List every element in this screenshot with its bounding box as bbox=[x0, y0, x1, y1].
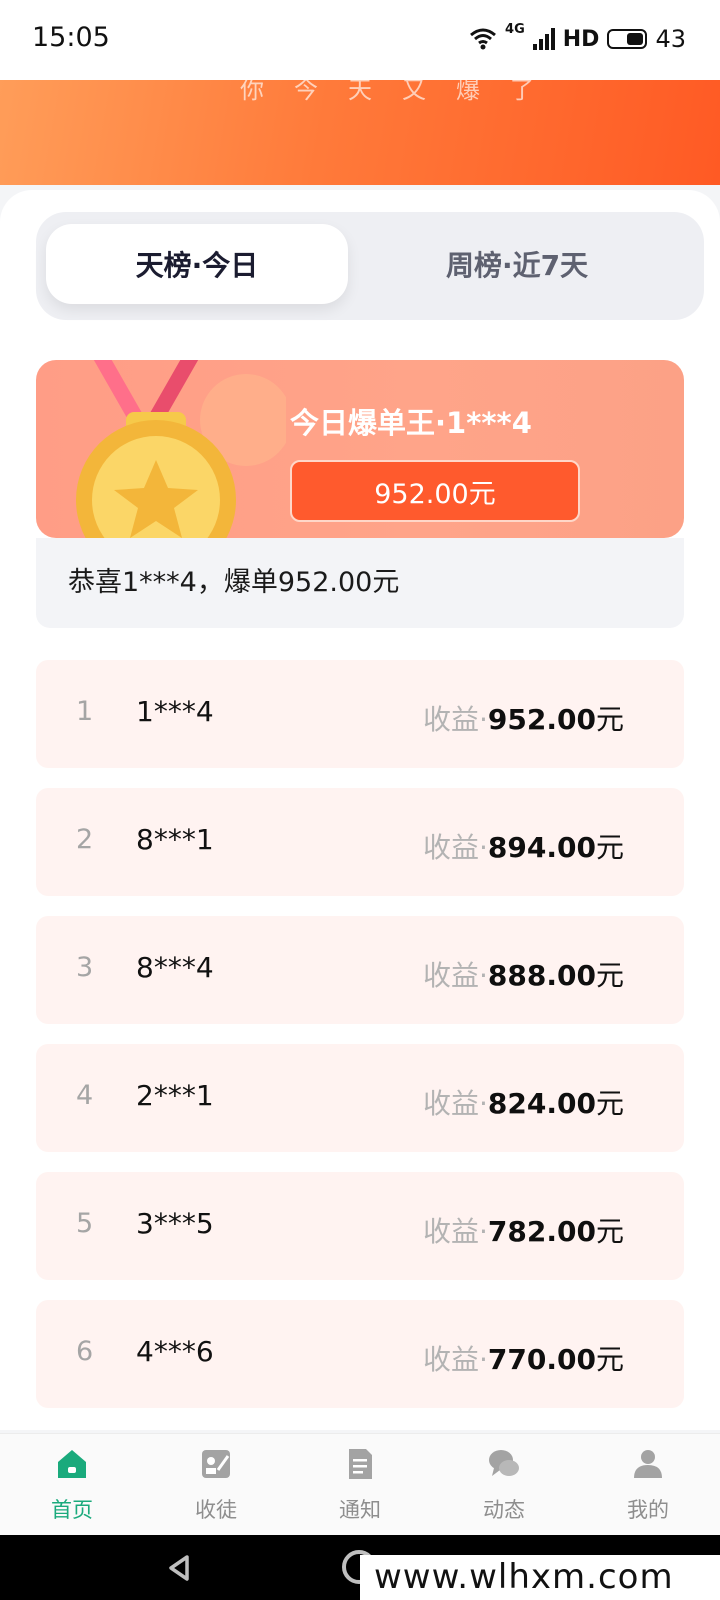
top-earner-banner: 今日爆单王·1***4 952.00元 bbox=[36, 360, 684, 538]
home-icon bbox=[58, 1450, 86, 1478]
battery-icon bbox=[607, 29, 648, 49]
earnings-label: 收益· bbox=[423, 831, 488, 864]
table-row: 5 3***5 收益·782.00元 bbox=[36, 1172, 684, 1280]
earnings-label: 收益· bbox=[423, 1215, 488, 1248]
rank-earnings: 收益·770.00元 bbox=[423, 1338, 624, 1378]
earnings-label: 收益· bbox=[423, 703, 488, 736]
rank-user: 8***4 bbox=[136, 951, 214, 984]
leaderboard-card: 天榜·今日 周榜·近7天 今日爆单王·1***4 952.00元 恭喜1***4… bbox=[0, 190, 720, 1430]
table-row: 3 8***4 收益·888.00元 bbox=[36, 916, 684, 1024]
status-icons: 4G HD 43 bbox=[469, 22, 686, 56]
signal-icon bbox=[532, 28, 555, 50]
ranking-list: 1 1***4 收益·952.00元 2 8***1 收益·894.00元 3 … bbox=[36, 660, 684, 1428]
gold-medal-icon bbox=[76, 360, 286, 538]
rank-earnings: 收益·824.00元 bbox=[423, 1082, 624, 1122]
rank-user: 2***1 bbox=[136, 1079, 214, 1112]
rank-number: 5 bbox=[76, 1208, 94, 1239]
earnings-amount: 782.00 bbox=[487, 1215, 596, 1248]
rank-earnings: 收益·888.00元 bbox=[423, 954, 624, 994]
chat-icon bbox=[489, 1450, 519, 1476]
watermark: www.wlhxm.com bbox=[360, 1555, 720, 1600]
nav-notice[interactable]: 通知 bbox=[288, 1434, 432, 1535]
table-row: 4 2***1 收益·824.00元 bbox=[36, 1044, 684, 1152]
rank-earnings: 收益·894.00元 bbox=[423, 826, 624, 866]
earnings-amount: 770.00 bbox=[487, 1343, 596, 1376]
wifi-icon bbox=[470, 28, 497, 50]
rank-earnings: 收益·952.00元 bbox=[423, 698, 624, 738]
rank-user: 8***1 bbox=[136, 823, 214, 856]
rank-number: 6 bbox=[76, 1336, 94, 1367]
nav-dynamics-label: 动态 bbox=[483, 1498, 525, 1522]
nav-dynamics[interactable]: 动态 bbox=[432, 1434, 576, 1535]
earnings-unit: 元 bbox=[595, 703, 624, 736]
rank-number: 3 bbox=[76, 952, 94, 983]
hd-badge: HD bbox=[562, 26, 600, 52]
back-icon[interactable] bbox=[165, 1553, 195, 1583]
tab-daily[interactable]: 天榜·今日 bbox=[46, 224, 348, 304]
earnings-unit: 元 bbox=[595, 959, 624, 992]
status-bar: 15:05 4G HD 43 bbox=[0, 0, 720, 80]
notice-icon bbox=[349, 1449, 372, 1479]
nav-notice-label: 通知 bbox=[339, 1498, 381, 1522]
earnings-amount: 952.00 bbox=[487, 703, 596, 736]
user-icon bbox=[634, 1450, 662, 1478]
earnings-label: 收益· bbox=[423, 1343, 488, 1376]
status-time: 15:05 bbox=[32, 22, 110, 53]
earnings-label: 收益· bbox=[423, 1087, 488, 1120]
tab-weekly[interactable]: 周榜·近7天 bbox=[366, 224, 668, 304]
nav-home-label: 首页 bbox=[51, 1498, 93, 1522]
top-earner-amount: 952.00元 bbox=[290, 460, 580, 522]
earnings-amount: 888.00 bbox=[487, 959, 596, 992]
rank-user: 3***5 bbox=[136, 1207, 214, 1240]
earnings-unit: 元 bbox=[595, 1215, 624, 1248]
earnings-label: 收益· bbox=[423, 959, 488, 992]
nav-mine[interactable]: 我的 bbox=[576, 1434, 720, 1535]
battery-level: 43 bbox=[655, 25, 686, 53]
rank-number: 1 bbox=[76, 696, 94, 727]
table-row: 6 4***6 收益·770.00元 bbox=[36, 1300, 684, 1408]
table-row: 1 1***4 收益·952.00元 bbox=[36, 660, 684, 768]
table-row: 2 8***1 收益·894.00元 bbox=[36, 788, 684, 896]
nav-mine-label: 我的 bbox=[627, 1498, 669, 1522]
congrats-message: 恭喜1***4，爆单952.00元 bbox=[36, 538, 684, 628]
top-earner-title: 今日爆单王·1***4 bbox=[290, 406, 532, 440]
earnings-unit: 元 bbox=[595, 1087, 624, 1120]
banner-text: 你今天又爆了 bbox=[240, 80, 564, 104]
earnings-unit: 元 bbox=[595, 831, 624, 864]
earnings-amount: 894.00 bbox=[487, 831, 596, 864]
rank-earnings: 收益·782.00元 bbox=[423, 1210, 624, 1250]
earnings-amount: 824.00 bbox=[487, 1087, 596, 1120]
rank-number: 2 bbox=[76, 824, 94, 855]
top-banner: 你今天又爆了 bbox=[0, 80, 720, 185]
bottom-nav: 首页 收徒 通知 动态 我的 bbox=[0, 1433, 720, 1535]
nav-apprentice[interactable]: 收徒 bbox=[144, 1434, 288, 1535]
apprentice-icon bbox=[202, 1450, 230, 1478]
rank-user: 4***6 bbox=[136, 1335, 214, 1368]
network-type: 4G bbox=[505, 22, 525, 37]
nav-home[interactable]: 首页 bbox=[0, 1434, 144, 1535]
earnings-unit: 元 bbox=[595, 1343, 624, 1376]
tab-bar: 天榜·今日 周榜·近7天 bbox=[36, 212, 704, 320]
rank-user: 1***4 bbox=[136, 695, 214, 728]
rank-number: 4 bbox=[76, 1080, 94, 1111]
nav-apprentice-label: 收徒 bbox=[195, 1498, 237, 1522]
